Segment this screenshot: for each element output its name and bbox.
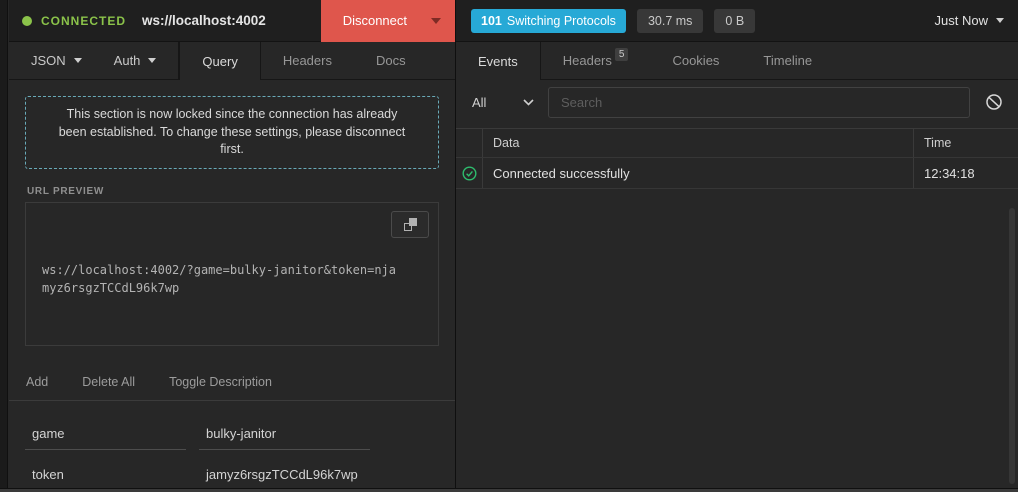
tab-timeline[interactable]: Timeline	[741, 42, 834, 79]
response-size-badge: 0 B	[714, 9, 755, 33]
search-input[interactable]	[548, 87, 970, 118]
param-name-field[interactable]: game	[25, 423, 186, 450]
delete-all-params-button[interactable]: Delete All	[82, 375, 135, 389]
response-status-text: Switching Protocols	[507, 14, 616, 28]
event-data-cell: Connected successfully	[483, 158, 914, 188]
event-status-cell	[456, 158, 483, 188]
tab-headers-label: Headers	[283, 53, 332, 68]
auth-dropdown-label: Auth	[114, 53, 141, 68]
response-tabbar: Events Headers 5 Cookies Timeline	[456, 42, 1018, 80]
request-tabbar: JSON Auth Query Headers Docs	[9, 42, 455, 80]
event-type-select-value: All	[472, 95, 486, 110]
param-name-field[interactable]: token	[25, 464, 186, 491]
disconnect-dropdown-toggle[interactable]	[425, 18, 455, 24]
chevron-down-icon	[523, 99, 534, 106]
event-type-select[interactable]: All	[472, 95, 538, 110]
query-tab-content: This section is now locked since the con…	[9, 80, 455, 492]
response-status-badge: 101 Switching Protocols	[471, 9, 626, 33]
connection-url: ws://localhost:4002	[142, 13, 266, 28]
caret-down-icon	[996, 18, 1004, 23]
add-param-button[interactable]: Add	[26, 375, 48, 389]
connection-status-label: CONNECTED	[41, 14, 126, 28]
disconnect-button[interactable]: Disconnect	[321, 0, 455, 42]
events-filter-row: All	[456, 80, 1018, 124]
auth-dropdown[interactable]: Auth	[98, 42, 173, 79]
request-pane: CONNECTED ws://localhost:4002 Disconnect…	[9, 0, 455, 492]
response-history-dropdown[interactable]: Just Now	[935, 13, 1004, 28]
url-preview-heading: URL PREVIEW	[27, 186, 455, 197]
param-value-field[interactable]: jamyz6rsgzTCCdL96k7wp	[199, 464, 370, 491]
copy-icon	[404, 218, 417, 231]
tab-response-headers-label: Headers	[563, 53, 612, 68]
toggle-description-button[interactable]: Toggle Description	[169, 375, 272, 389]
events-tab-content: All	[456, 80, 1018, 492]
tab-headers[interactable]: Headers	[261, 42, 354, 79]
events-table: Data Time Connected successfully 12:34:1…	[456, 128, 1018, 189]
left-edge-rail	[0, 0, 8, 492]
response-time-badge: 30.7 ms	[637, 9, 703, 33]
tab-timeline-label: Timeline	[763, 53, 812, 68]
param-value-field[interactable]: bulky-janitor	[199, 423, 370, 450]
caret-down-icon	[74, 58, 82, 63]
events-scrollbar[interactable]	[1009, 208, 1015, 484]
status-column-header	[456, 129, 483, 157]
tab-events-label: Events	[478, 54, 518, 69]
event-row[interactable]: Connected successfully 12:34:18	[456, 158, 1018, 189]
connected-status-dot-icon	[22, 16, 32, 26]
body-type-dropdown[interactable]: JSON	[15, 42, 98, 79]
connection-bar: CONNECTED ws://localhost:4002 Disconnect	[9, 0, 455, 42]
body-type-dropdown-label: JSON	[31, 53, 66, 68]
caret-down-icon	[148, 58, 156, 63]
tab-events[interactable]: Events	[456, 42, 541, 80]
tab-docs-label: Docs	[376, 53, 406, 68]
locked-section-notice: This section is now locked since the con…	[25, 96, 439, 169]
response-status-bar: 101 Switching Protocols 30.7 ms 0 B Just…	[456, 0, 1018, 42]
url-preview-box: ws://localhost:4002/?game=bulky-janitor&…	[25, 202, 439, 346]
headers-count-badge: 5	[615, 48, 629, 61]
body-auth-dropdown-group: JSON Auth	[9, 42, 179, 79]
time-column-header: Time	[914, 129, 1018, 157]
tab-cookies-label: Cookies	[672, 53, 719, 68]
websocket-client-window: CONNECTED ws://localhost:4002 Disconnect…	[0, 0, 1018, 492]
clear-events-button[interactable]	[985, 93, 1003, 111]
response-status-code: 101	[481, 14, 502, 28]
tab-query-label: Query	[202, 54, 237, 69]
events-table-header: Data Time	[456, 129, 1018, 158]
response-history-label: Just Now	[935, 13, 988, 28]
url-preview-text: ws://localhost:4002/?game=bulky-janitor&…	[42, 261, 396, 298]
tab-docs[interactable]: Docs	[354, 42, 428, 79]
disconnect-button-label: Disconnect	[321, 13, 425, 28]
param-actions-row: Add Delete All Toggle Description	[9, 364, 455, 401]
data-column-header: Data	[483, 129, 914, 157]
check-circle-icon	[462, 166, 477, 181]
query-params-list: game bulky-janitor token jamyz6rsgzTCCdL…	[9, 401, 455, 491]
tab-cookies[interactable]: Cookies	[650, 42, 741, 79]
prohibit-icon	[985, 93, 1003, 111]
response-pane: 101 Switching Protocols 30.7 ms 0 B Just…	[455, 0, 1018, 492]
copy-url-button[interactable]	[391, 211, 429, 238]
tab-response-headers[interactable]: Headers 5	[541, 42, 651, 79]
param-row: game bulky-janitor	[25, 423, 455, 450]
tab-query[interactable]: Query	[179, 42, 260, 80]
bottom-pane-divider[interactable]	[0, 488, 1018, 492]
param-row: token jamyz6rsgzTCCdL96k7wp	[25, 464, 455, 491]
event-time-cell: 12:34:18	[914, 158, 1018, 188]
caret-down-icon	[431, 18, 441, 24]
